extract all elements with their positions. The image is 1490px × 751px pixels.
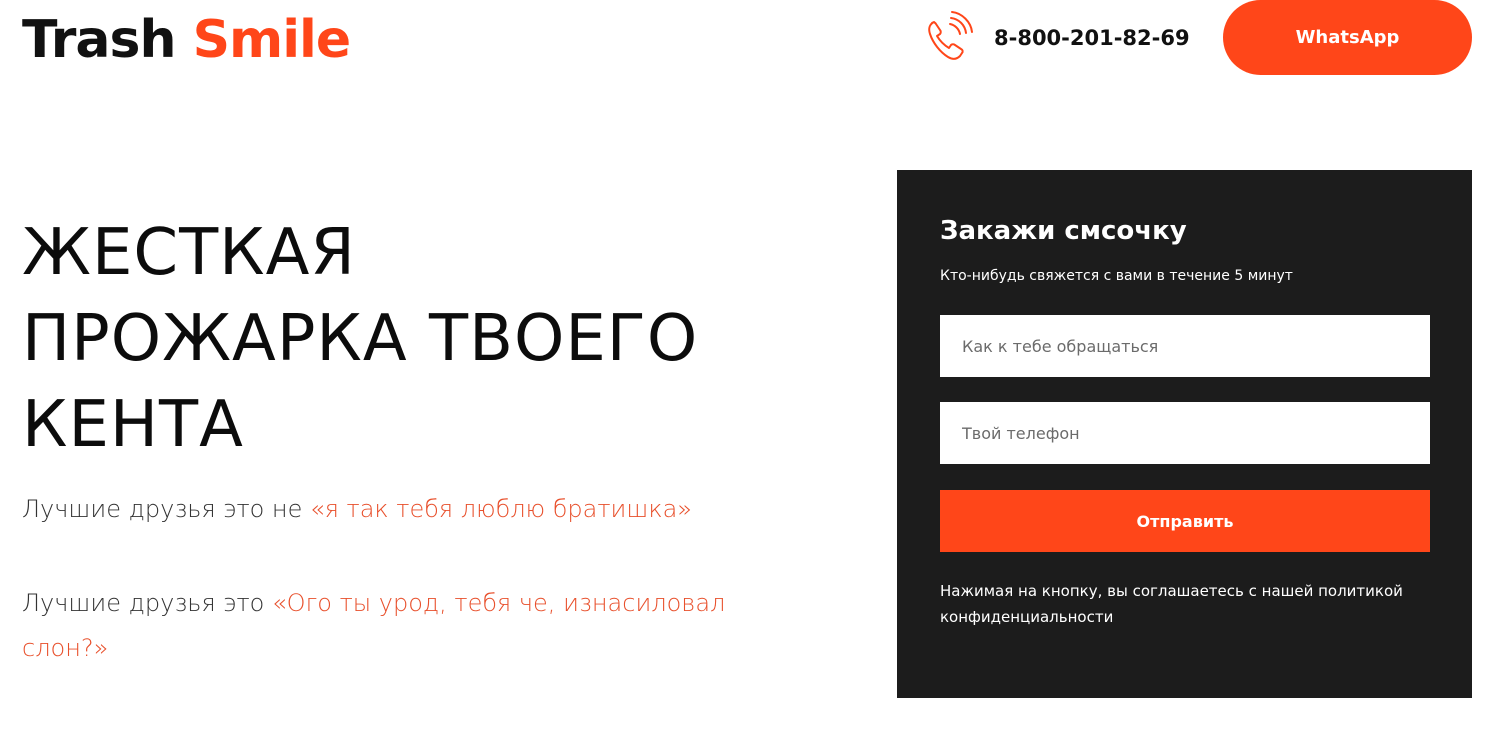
paragraph-text: Лучшие друзья это не: [22, 495, 311, 523]
form-subtitle: Кто-нибудь свяжется с вами в течение 5 м…: [940, 268, 1293, 284]
site-logo[interactable]: Trash Smile: [22, 10, 352, 70]
order-form-panel: Закажи смсочку Кто-нибудь свяжется с вам…: [897, 170, 1472, 698]
privacy-note: Нажимая на кнопку, вы соглашаетесь с наш…: [940, 582, 1403, 626]
paragraph-text: Лучшие друзья это: [22, 589, 272, 617]
paragraph-quote: «я так тебя люблю братишка»: [310, 495, 692, 523]
hero-title: ЖЕСТКАЯ ПРОЖАРКА ТВОЕГО КЕНТА: [22, 210, 822, 468]
hero-title-line: ЖЕСТКАЯ: [22, 216, 356, 290]
phone-input[interactable]: [940, 402, 1430, 464]
form-title: Закажи смсочку: [940, 216, 1187, 246]
whatsapp-button[interactable]: WhatsApp: [1223, 0, 1472, 75]
hero-title-line: КЕНТА: [22, 388, 244, 462]
phone-ringing-icon: [920, 10, 976, 66]
landing-page: Trash Smile 8-800-201-82-69 WhatsApp ЖЕС…: [0, 0, 1490, 751]
submit-button[interactable]: Отправить: [940, 490, 1430, 552]
hero-paragraph-2: Лучшие друзья это «Ого ты урод, тебя че,…: [22, 581, 802, 671]
phone-number-link[interactable]: 8-800-201-82-69: [994, 24, 1190, 52]
logo-text-accent: Smile: [192, 10, 352, 70]
name-input[interactable]: [940, 315, 1430, 377]
hero-title-line: ПРОЖАРКА ТВОЕГО: [22, 302, 699, 376]
hero-paragraph-1: Лучшие друзья это не «я так тебя люблю б…: [22, 487, 802, 532]
logo-text-primary: Trash: [22, 10, 176, 70]
